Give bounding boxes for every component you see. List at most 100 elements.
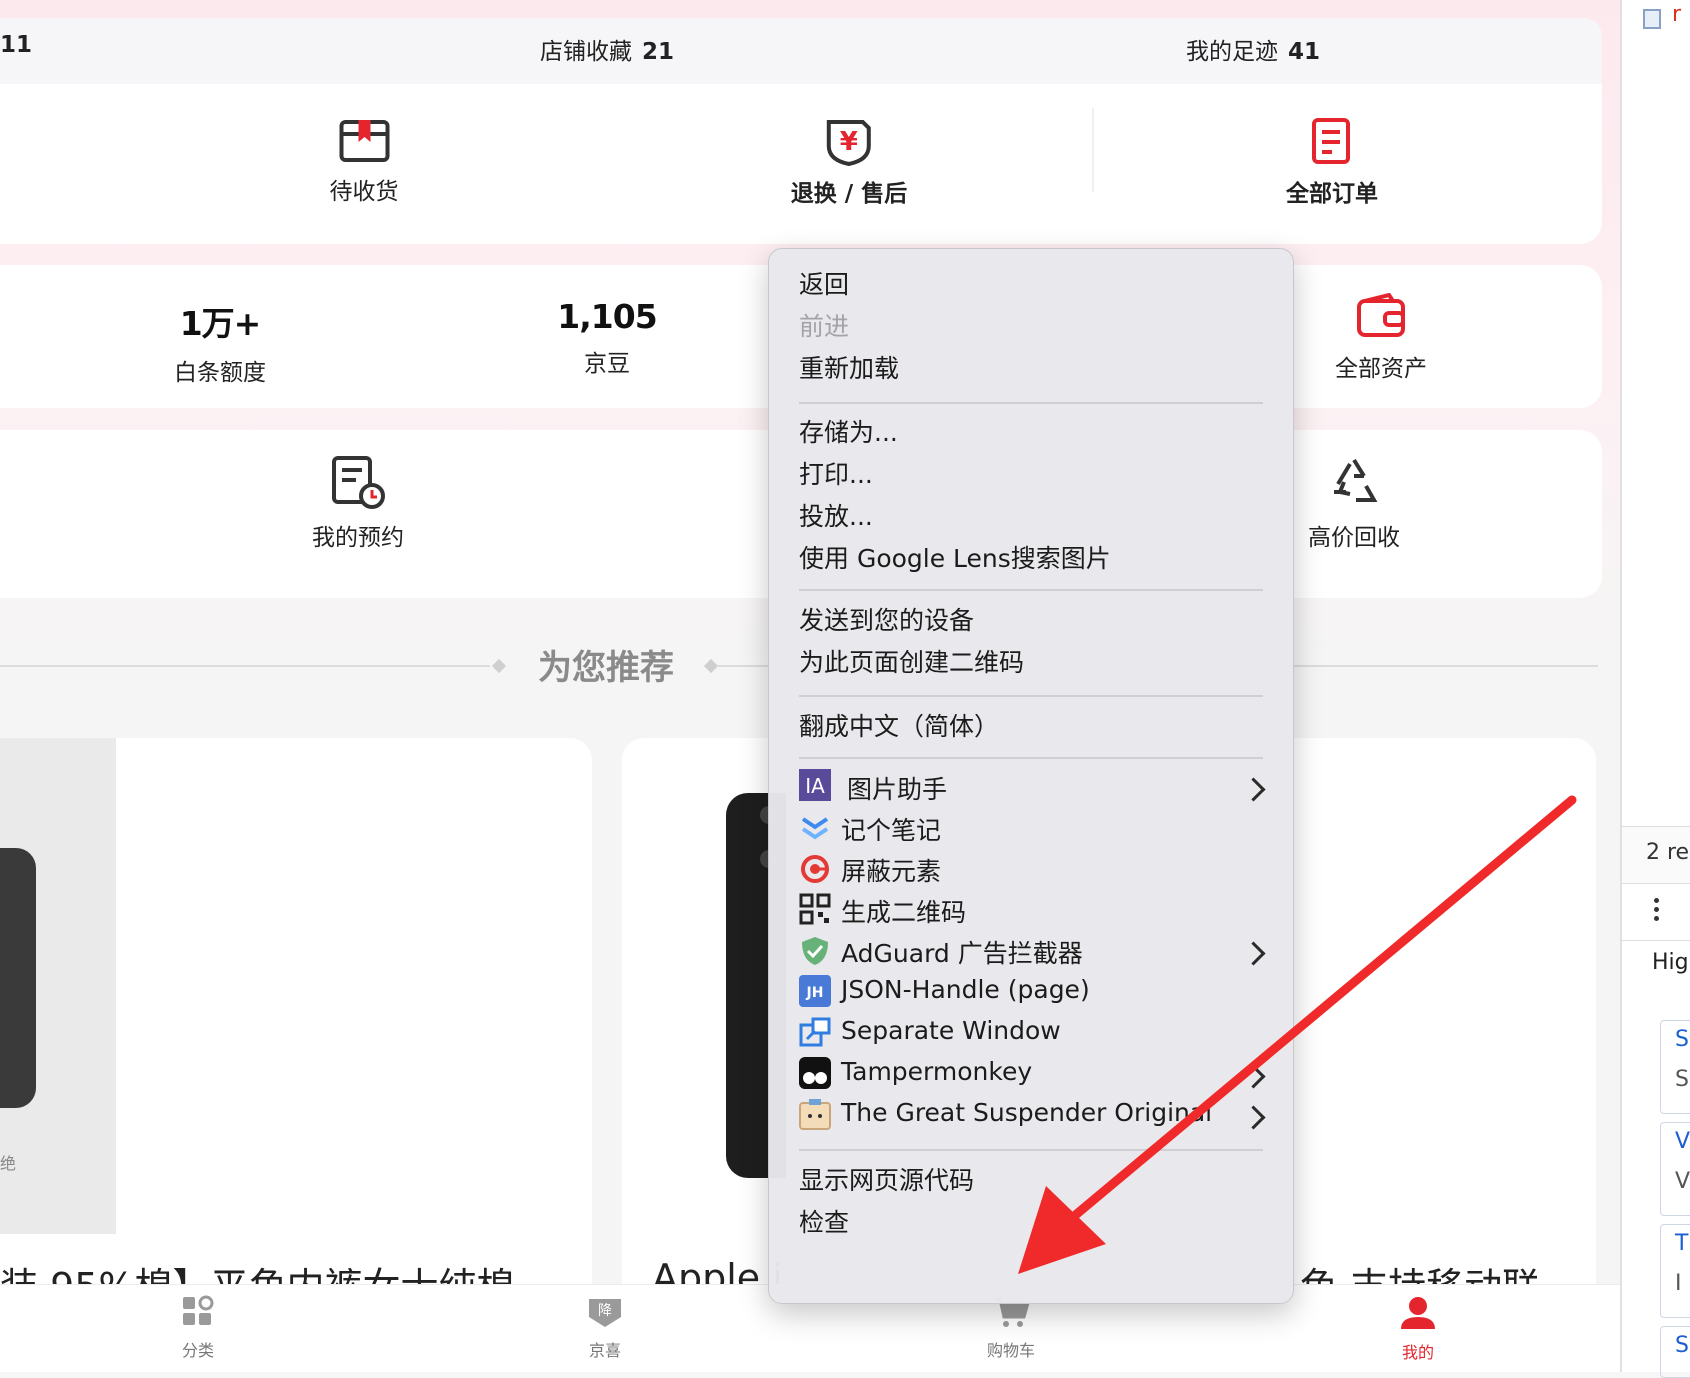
menu-separator: [799, 695, 1263, 697]
order-label: 待收货: [329, 179, 399, 205]
chevron-right-icon: [1241, 941, 1266, 966]
orders-card: 待收货 ¥ 退换 / 售后 全部订单: [0, 84, 1602, 244]
list-item-title: S: [1675, 1333, 1689, 1358]
order-all[interactable]: 全部订单: [1286, 116, 1378, 208]
tab-label: 购物车: [986, 1341, 1036, 1360]
menu-item-note[interactable]: 记个笔记: [841, 811, 941, 847]
menu-item-google-lens[interactable]: 使用 Google Lens搜索图片: [799, 539, 1111, 575]
devtools-panel: r 2 re Hig S S V V T I S: [1620, 0, 1690, 1378]
qrcode-icon: [799, 893, 831, 925]
service-appointment[interactable]: 我的预约: [312, 454, 404, 552]
menu-item-translate[interactable]: 翻成中文（简体）: [799, 707, 999, 743]
menu-item-reload[interactable]: 重新加载: [799, 349, 899, 385]
menu-item-generate-qr[interactable]: 生成二维码: [841, 893, 966, 929]
adguard-icon: [802, 937, 828, 965]
stat-label: 我的足迹: [1186, 39, 1278, 65]
list-item-sub: V: [1675, 1169, 1690, 1194]
tab-profile[interactable]: 我的: [1399, 1295, 1437, 1363]
stat-footprints[interactable]: 我的足迹 41: [1186, 32, 1320, 66]
svg-text:降: 降: [598, 1303, 612, 1319]
tab-label: 京喜: [588, 1341, 621, 1360]
block-element-icon: [801, 855, 829, 883]
menu-item-block-element[interactable]: 屏蔽元素: [841, 852, 941, 888]
list-item[interactable]: S S: [1660, 1020, 1690, 1114]
menu-separator: [799, 589, 1263, 591]
menu-item-great-suspender[interactable]: The Great Suspender Original: [841, 1098, 1212, 1127]
menu-separator: [799, 402, 1263, 404]
order-to-receive[interactable]: 待收货: [330, 116, 399, 206]
more-icon[interactable]: [1654, 898, 1659, 903]
chevron-right-icon: [1241, 777, 1266, 802]
refund-icon: ¥: [826, 120, 871, 166]
menu-item-image-assistant[interactable]: 图片助手: [847, 770, 947, 806]
list-item[interactable]: V V: [1660, 1122, 1690, 1216]
asset-jingdou[interactable]: 1,105 京豆: [557, 297, 657, 378]
divider: [1622, 940, 1690, 941]
product-card[interactable]: 绝 装 95%棉】平角内裤女士纯棉: [0, 738, 592, 1372]
asset-label: 全部资产: [1335, 356, 1427, 382]
order-label: 退换 / 售后: [790, 181, 908, 207]
list-item[interactable]: S: [1660, 1326, 1690, 1378]
json-handle-icon: JH: [799, 975, 831, 1007]
list-item-title: V: [1675, 1129, 1690, 1154]
divider: [1092, 108, 1094, 192]
divider: [0, 665, 490, 667]
image-assistant-icon: IA: [799, 769, 831, 801]
profile-icon: [1401, 1297, 1435, 1329]
list-item[interactable]: T I: [1660, 1224, 1690, 1318]
asset-baitiao[interactable]: 1万+ 白条额度: [174, 297, 266, 387]
stat-shop-favorites[interactable]: 店铺收藏 21: [540, 32, 674, 66]
package-icon: [339, 120, 389, 162]
service-recycle[interactable]: 高价回收: [1308, 454, 1400, 552]
chevron-right-icon: [1241, 1105, 1266, 1130]
service-label: 我的预约: [312, 525, 404, 551]
menu-item-inspect[interactable]: 检查: [799, 1203, 849, 1239]
menu-item-separate-window[interactable]: Separate Window: [841, 1016, 1061, 1045]
stat-follow[interactable]: 11: [0, 32, 32, 58]
menu-item-save-as[interactable]: 存储为...: [799, 413, 898, 449]
asset-all[interactable]: 全部资产: [1335, 293, 1427, 383]
stat-value: 41: [1288, 39, 1321, 65]
menu-item-view-source[interactable]: 显示网页源代码: [799, 1161, 974, 1197]
separate-window-icon: [799, 1017, 831, 1047]
svg-text:IA: IA: [805, 774, 825, 798]
section-title: Hig: [1652, 950, 1689, 975]
context-menu: 返回 前进 重新加载 存储为... 打印... 投放... 使用 Google …: [768, 248, 1294, 1304]
tab-cart[interactable]: 购物车: [987, 1295, 1035, 1361]
tab-label: 我的: [1401, 1343, 1434, 1362]
tab-jingxi[interactable]: 降 京喜: [585, 1295, 625, 1361]
menu-item-forward: 前进: [799, 312, 850, 341]
asset-label: 京豆: [583, 351, 630, 377]
divider-diamond: [703, 658, 719, 674]
menu-item-back[interactable]: 返回: [799, 265, 849, 301]
stat-label: 店铺收藏: [540, 39, 632, 65]
file-icon: [1643, 9, 1661, 29]
suspender-icon: [799, 1099, 831, 1130]
menu-item-cast[interactable]: 投放...: [799, 497, 873, 533]
asset-label: 白条额度: [174, 360, 266, 386]
list-item-title: T: [1675, 1231, 1689, 1256]
order-list-icon: [1312, 118, 1350, 164]
sidebar-text: r: [1672, 2, 1682, 27]
results-count: 2 re: [1646, 840, 1690, 865]
service-label: 高价回收: [1308, 525, 1400, 551]
image-caption: 绝: [0, 1154, 17, 1173]
svg-text:¥: ¥: [840, 127, 858, 157]
stat-value: 21: [642, 39, 675, 65]
svg-text:JH: JH: [806, 985, 824, 1001]
menu-item-json-handle[interactable]: JSON-Handle (page): [841, 975, 1090, 1004]
menu-separator: [799, 757, 1263, 759]
menu-item-print[interactable]: 打印...: [799, 455, 873, 491]
category-icon: [183, 1295, 214, 1325]
menu-item-adguard[interactable]: AdGuard 广告拦截器: [841, 934, 1083, 970]
menu-item-tampermonkey[interactable]: Tampermonkey: [841, 1057, 1032, 1086]
menu-item-create-qr[interactable]: 为此页面创建二维码: [799, 643, 1024, 679]
divider-diamond: [491, 658, 507, 674]
wallet-icon: [1357, 293, 1405, 337]
appointment-icon: [332, 456, 385, 509]
tab-category[interactable]: 分类: [181, 1295, 215, 1361]
order-refund[interactable]: ¥ 退换 / 售后: [791, 116, 907, 208]
order-label: 全部订单: [1286, 181, 1378, 207]
menu-item-send-to-devices[interactable]: 发送到您的设备: [799, 601, 974, 637]
list-item-sub: S: [1675, 1067, 1689, 1092]
